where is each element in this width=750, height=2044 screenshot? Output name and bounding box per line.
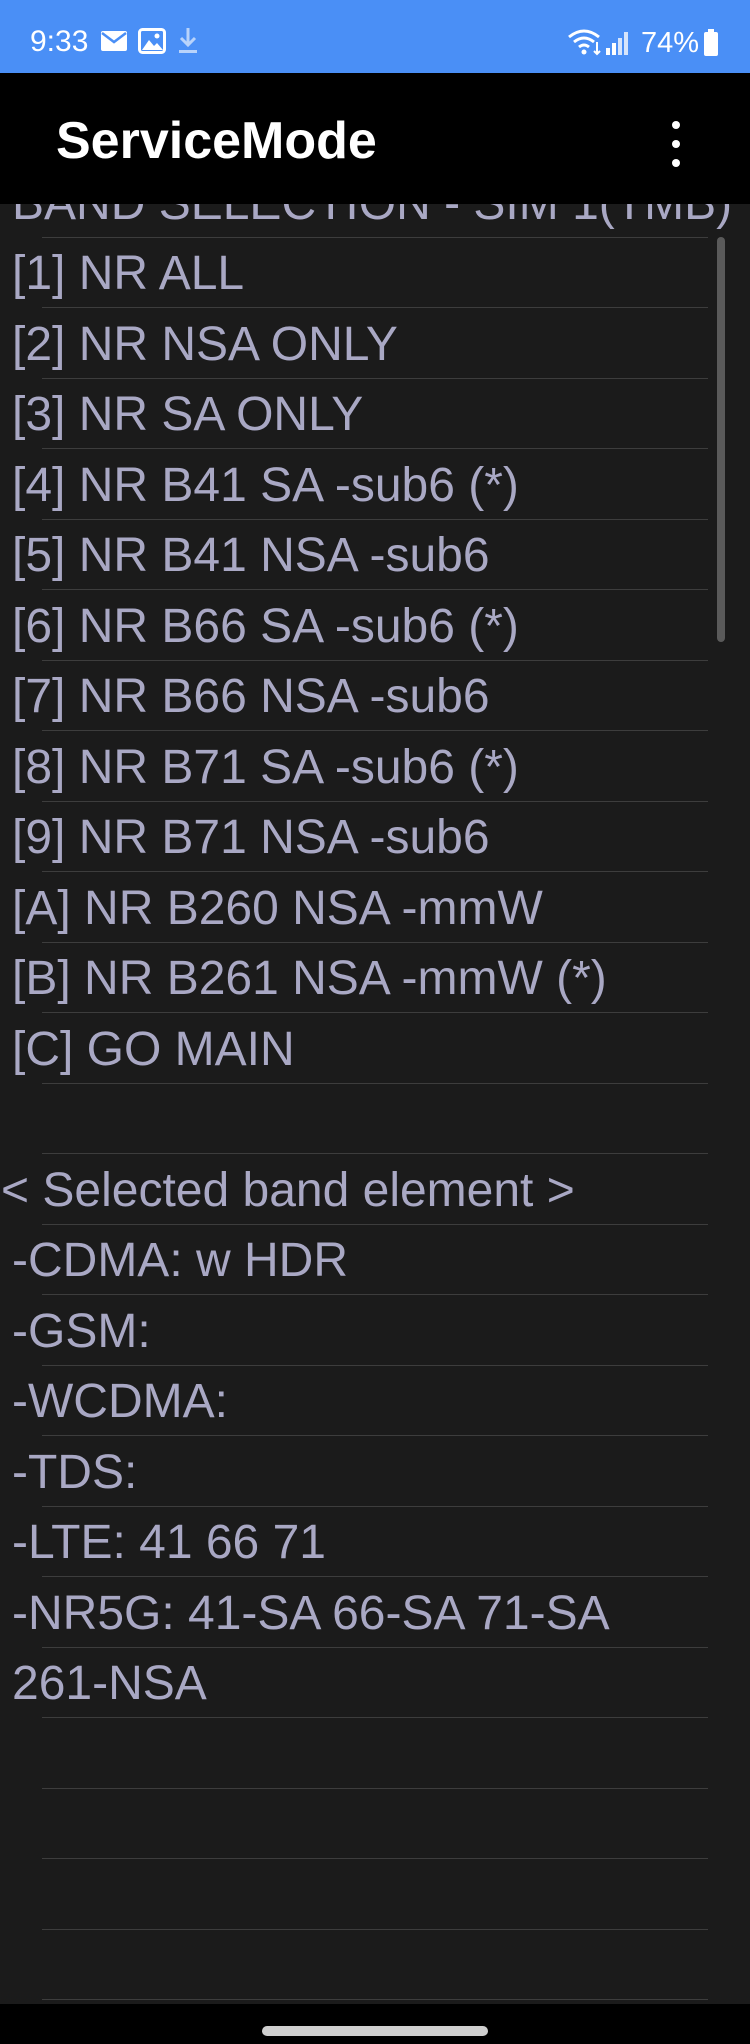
row-text: [3] NR SA ONLY	[12, 388, 364, 441]
menu-item-5[interactable]: [5] NR B41 NSA -sub6	[0, 520, 750, 590]
signal-icon	[604, 30, 632, 56]
blank-row	[0, 1930, 750, 2000]
menu-item-9[interactable]: [9] NR B71 NSA -sub6	[0, 802, 750, 872]
menu-item-b[interactable]: [B] NR B261 NSA -mmW (*)	[0, 943, 750, 1013]
mail-icon	[100, 30, 128, 52]
info-row-cdma: -CDMA: w HDR	[0, 1225, 750, 1295]
more-vert-icon	[672, 121, 680, 167]
blank-row	[0, 1859, 750, 1930]
gesture-nav-bar	[0, 2004, 750, 2044]
info-row-nr5g: -NR5G: 41-SA 66-SA 71-SA	[0, 1577, 750, 1648]
row-text: [C] GO MAIN	[12, 1022, 295, 1076]
row-text: < Selected band element >	[1, 1163, 575, 1217]
row-text: -LTE: 41 66 71	[12, 1516, 326, 1569]
row-text: -CDMA: w HDR	[12, 1234, 348, 1287]
row-text: -WCDMA:	[12, 1375, 228, 1428]
row-text: [5] NR B41 NSA -sub6	[12, 529, 490, 582]
row-text: [6] NR B66 SA -sub6 (*)	[12, 599, 519, 653]
menu-item-7[interactable]: [7] NR B66 NSA -sub6	[0, 661, 750, 731]
row-text: [8] NR B71 SA -sub6 (*)	[12, 740, 519, 794]
menu-item-3[interactable]: [3] NR SA ONLY	[0, 379, 750, 449]
info-row-nr5g-cont: 261-NSA	[0, 1648, 750, 1718]
band-list: BAND SELECTION - SIM 1(TMB) [1] NR ALL […	[0, 204, 750, 2004]
info-row-gsm: -GSM:	[0, 1295, 750, 1366]
service-mode-content[interactable]: BAND SELECTION - SIM 1(TMB) [1] NR ALL […	[0, 204, 750, 2004]
row-text: [4] NR B41 SA -sub6 (*)	[12, 458, 519, 512]
row-text: 261-NSA	[12, 1657, 207, 1710]
menu-item-a[interactable]: [A] NR B260 NSA -mmW	[0, 872, 750, 943]
app-bar: ServiceMode	[0, 73, 750, 204]
menu-item-c[interactable]: [C] GO MAIN	[0, 1013, 750, 1084]
blank-row	[0, 1789, 750, 1859]
battery-icon	[703, 29, 719, 57]
wifi-icon	[566, 28, 604, 56]
row-text: -TDS:	[12, 1445, 138, 1499]
blank-row	[0, 1718, 750, 1789]
row-text: -GSM:	[12, 1304, 151, 1358]
menu-item-1[interactable]: [1] NR ALL	[0, 238, 750, 308]
more-options-button[interactable]	[654, 109, 698, 179]
row-text: [1] NR ALL	[12, 247, 245, 300]
info-row-wcdma: -WCDMA:	[0, 1366, 750, 1436]
page-title: ServiceMode	[56, 112, 377, 170]
menu-item-2[interactable]: [2] NR NSA ONLY	[0, 308, 750, 379]
status-bar: 9:33 74%	[0, 0, 750, 73]
blank-row	[0, 1084, 750, 1154]
row-text: [B] NR B261 NSA -mmW (*)	[12, 952, 607, 1005]
home-handle[interactable]	[262, 2026, 488, 2036]
gallery-icon	[138, 28, 166, 54]
row-text: [9] NR B71 NSA -sub6	[12, 811, 490, 864]
menu-item-8[interactable]: [8] NR B71 SA -sub6 (*)	[0, 731, 750, 802]
menu-item-4[interactable]: [4] NR B41 SA -sub6 (*)	[0, 449, 750, 520]
row-text: BAND SELECTION - SIM 1(TMB)	[12, 204, 732, 232]
row-text: -NR5G: 41-SA 66-SA 71-SA	[12, 1586, 610, 1640]
battery-percent: 74%	[641, 27, 700, 59]
scrollbar[interactable]	[717, 237, 725, 642]
download-icon	[176, 26, 200, 56]
header-row: BAND SELECTION - SIM 1(TMB)	[0, 204, 750, 238]
section-heading-row: < Selected band element >	[0, 1154, 750, 1225]
status-time: 9:33	[30, 25, 89, 58]
info-row-tds: -TDS:	[0, 1436, 750, 1507]
row-text: [A] NR B260 NSA -mmW	[12, 881, 543, 935]
row-text: [7] NR B66 NSA -sub6	[12, 670, 490, 723]
row-text: [2] NR NSA ONLY	[12, 317, 398, 371]
menu-item-6[interactable]: [6] NR B66 SA -sub6 (*)	[0, 590, 750, 661]
info-row-lte: -LTE: 41 66 71	[0, 1507, 750, 1577]
